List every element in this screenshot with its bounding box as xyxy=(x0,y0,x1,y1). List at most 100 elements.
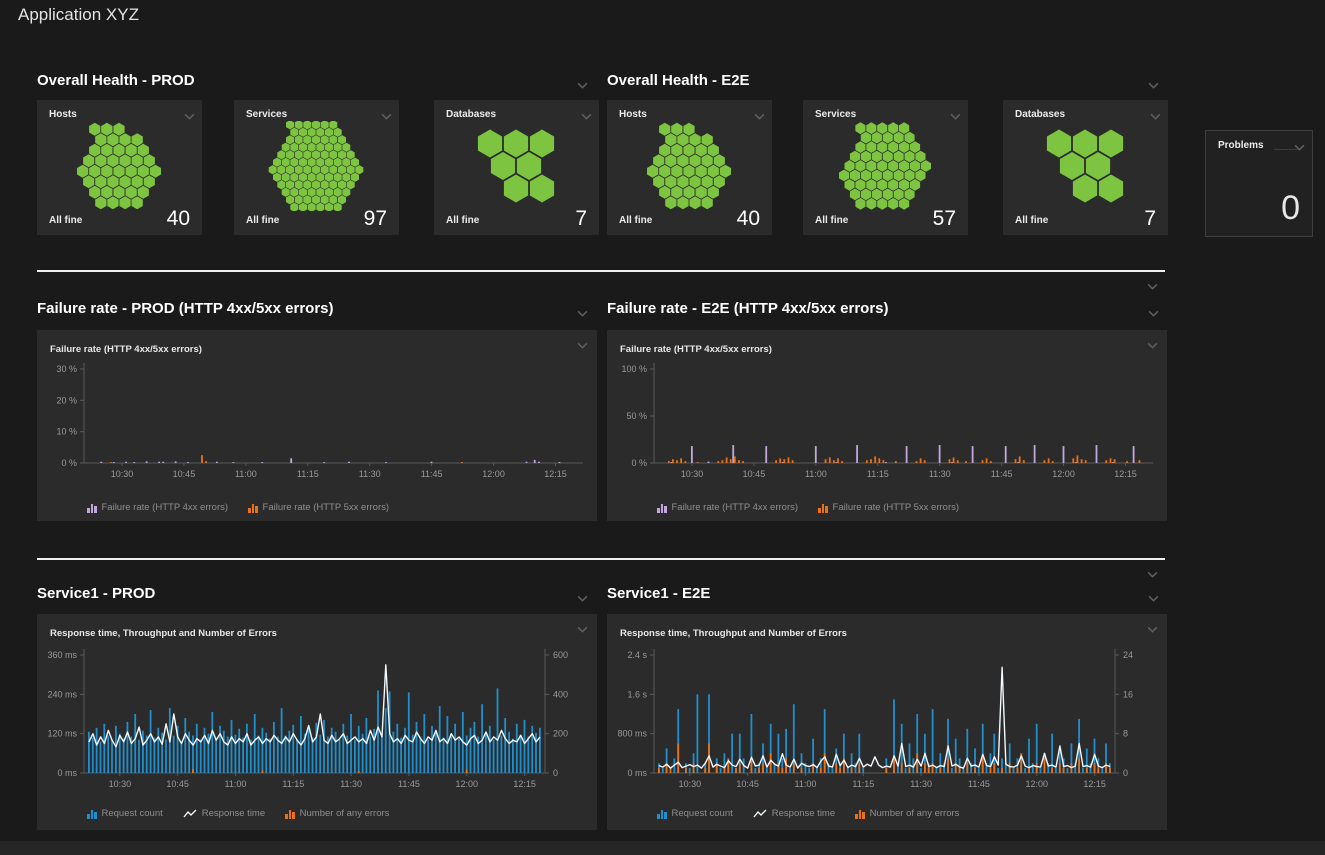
tile-count: 7 xyxy=(1144,207,1156,231)
legend-item[interactable]: Response time xyxy=(183,808,265,819)
tile-status: All fine xyxy=(246,215,279,226)
bar-series-icon xyxy=(818,503,828,513)
section-title-failure-e2e: Failure rate - E2E (HTTP 4xx/5xx errors) xyxy=(607,300,889,317)
legend-item[interactable]: Number of any errors xyxy=(285,808,389,819)
tile-count: 40 xyxy=(737,207,760,231)
legend-item[interactable]: Failure rate (HTTP 4xx errors) xyxy=(87,502,228,513)
legend-label: Failure rate (HTTP 4xx errors) xyxy=(672,502,799,513)
svg-text:11:45: 11:45 xyxy=(421,469,443,479)
line-series-icon xyxy=(753,809,767,819)
legend-label: Response time xyxy=(772,808,835,819)
chevron-down-icon[interactable] xyxy=(577,76,588,94)
tile-label: Services xyxy=(815,109,856,120)
chevron-down-icon[interactable] xyxy=(1294,138,1305,156)
legend-label: Request count xyxy=(672,808,733,819)
chevron-down-icon[interactable] xyxy=(1148,304,1159,322)
svg-text:0 ms: 0 ms xyxy=(627,768,647,778)
legend-item[interactable]: Failure rate (HTTP 5xx errors) xyxy=(818,502,959,513)
svg-text:12:15: 12:15 xyxy=(513,779,536,789)
svg-text:11:15: 11:15 xyxy=(867,469,889,479)
svg-text:12:00: 12:00 xyxy=(1025,779,1048,789)
svg-text:11:00: 11:00 xyxy=(795,779,817,789)
chevron-down-icon[interactable] xyxy=(1148,76,1159,94)
chart-title: Response time, Throughput and Number of … xyxy=(50,628,277,639)
page-title: Application XYZ xyxy=(18,5,139,25)
service-chart-prod[interactable]: 0 ms120 ms240 ms360 ms020040060010:3010:… xyxy=(37,643,591,805)
chevron-down-icon[interactable] xyxy=(577,620,588,638)
tile-problems[interactable]: Problems 0 xyxy=(1205,130,1313,237)
tile-label: Services xyxy=(246,109,287,120)
chevron-down-icon[interactable] xyxy=(1147,620,1158,638)
chevron-down-icon[interactable] xyxy=(1148,589,1159,607)
chart-legend: Failure rate (HTTP 4xx errors) Failure ra… xyxy=(657,502,1167,513)
tile-count: 0 xyxy=(1281,189,1300,228)
chevron-down-icon[interactable] xyxy=(577,304,588,322)
section-title-failure-prod: Failure rate - PROD (HTTP 4xx/5xx errors… xyxy=(37,300,334,317)
svg-text:11:30: 11:30 xyxy=(340,779,362,789)
honeycomb-services xyxy=(234,121,399,211)
svg-text:11:15: 11:15 xyxy=(282,779,304,789)
tile-databases-e2e[interactable]: Databases All fine 7 xyxy=(1003,100,1168,235)
chevron-down-icon[interactable] xyxy=(577,589,588,607)
svg-text:11:00: 11:00 xyxy=(225,779,247,789)
svg-text:800 ms: 800 ms xyxy=(617,729,647,739)
svg-text:12:00: 12:00 xyxy=(455,779,478,789)
chevron-down-icon[interactable] xyxy=(577,336,588,354)
section-title-service-prod: Service1 - PROD xyxy=(37,585,155,602)
chart-panel-failure-prod: Failure rate (HTTP 4xx/5xx errors) 0 %10… xyxy=(37,330,597,521)
legend-item[interactable]: Failure rate (HTTP 5xx errors) xyxy=(248,502,389,513)
tile-hosts-prod[interactable]: Hosts All fine 40 xyxy=(37,100,202,235)
next-row-edge xyxy=(0,841,1325,855)
legend-label: Request count xyxy=(102,808,163,819)
svg-text:10:30: 10:30 xyxy=(679,779,702,789)
tile-databases-prod[interactable]: Databases All fine 7 xyxy=(434,100,599,235)
tile-services-prod[interactable]: Services All fine 97 xyxy=(234,100,399,235)
svg-text:50 %: 50 % xyxy=(626,411,647,421)
chart-title: Response time, Throughput and Number of … xyxy=(620,628,847,639)
bar-series-icon xyxy=(87,809,97,819)
service-chart-e2e[interactable]: 0 ms800 ms1.6 s2.4 s08162410:3010:4511:0… xyxy=(607,643,1161,805)
svg-text:11:15: 11:15 xyxy=(852,779,874,789)
legend-item[interactable]: Response time xyxy=(753,808,835,819)
svg-text:11:30: 11:30 xyxy=(910,779,932,789)
svg-text:24: 24 xyxy=(1123,650,1133,660)
svg-text:120 ms: 120 ms xyxy=(47,729,77,739)
tile-count: 7 xyxy=(575,207,587,231)
failure-rate-chart-prod[interactable]: 0 %10 %20 %30 %10:3010:4511:0011:1511:30… xyxy=(37,359,591,499)
tile-count: 97 xyxy=(364,207,387,231)
svg-text:10:30: 10:30 xyxy=(681,469,704,479)
honeycomb-databases xyxy=(434,121,599,211)
tile-label: Hosts xyxy=(619,109,647,120)
svg-text:0: 0 xyxy=(1123,768,1128,778)
svg-text:12:15: 12:15 xyxy=(544,469,567,479)
failure-rate-chart-e2e[interactable]: 0 %50 %100 %10:3010:4511:0011:1511:3011:… xyxy=(607,359,1161,499)
tile-status: All fine xyxy=(49,215,82,226)
tile-hosts-e2e[interactable]: Hosts All fine 40 xyxy=(607,100,772,235)
legend-item[interactable]: Request count xyxy=(657,808,733,819)
legend-label: Number of any errors xyxy=(300,808,390,819)
svg-text:12:15: 12:15 xyxy=(1114,469,1137,479)
tile-status: All fine xyxy=(815,215,848,226)
svg-text:11:00: 11:00 xyxy=(235,469,257,479)
legend-item[interactable]: Number of any errors xyxy=(855,808,959,819)
legend-item[interactable]: Failure rate (HTTP 4xx errors) xyxy=(657,502,798,513)
tile-label: Databases xyxy=(446,109,496,120)
legend-item[interactable]: Request count xyxy=(87,808,163,819)
svg-text:12:00: 12:00 xyxy=(482,469,505,479)
chevron-down-icon[interactable] xyxy=(1147,565,1158,583)
bar-series-icon xyxy=(657,503,667,513)
svg-text:100 %: 100 % xyxy=(621,364,647,374)
bar-series-icon xyxy=(657,809,667,819)
tile-label: Hosts xyxy=(49,109,77,120)
svg-text:10:30: 10:30 xyxy=(109,779,132,789)
chevron-down-icon[interactable] xyxy=(1147,277,1158,295)
bar-series-icon xyxy=(855,809,865,819)
legend-label: Failure rate (HTTP 5xx errors) xyxy=(833,502,960,513)
svg-text:10:45: 10:45 xyxy=(736,779,759,789)
honeycomb-hosts xyxy=(37,121,202,211)
tile-services-e2e[interactable]: Services All fine 57 xyxy=(803,100,968,235)
tile-count: 57 xyxy=(933,207,956,231)
line-series-icon xyxy=(183,809,197,819)
chevron-down-icon[interactable] xyxy=(1147,336,1158,354)
svg-text:20 %: 20 % xyxy=(56,395,77,405)
